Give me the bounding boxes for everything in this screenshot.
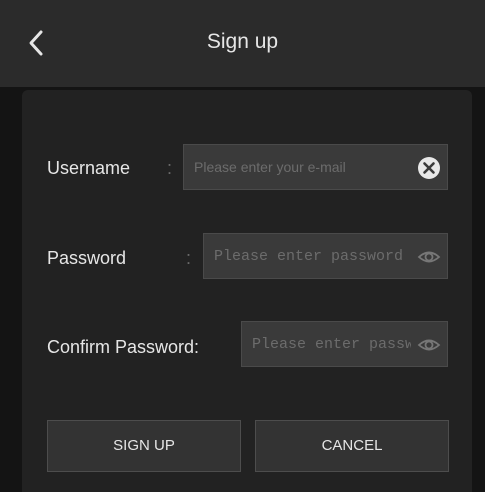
header-bar: Sign up xyxy=(0,0,485,87)
confirm-password-field-box xyxy=(241,321,448,367)
username-field-box xyxy=(183,144,448,190)
cancel-button[interactable]: CANCEL xyxy=(255,420,449,472)
password-field-box xyxy=(203,233,448,279)
username-label: Username xyxy=(47,158,131,178)
password-input[interactable] xyxy=(204,234,447,278)
username-colon: : xyxy=(167,158,173,178)
page-title: Sign up xyxy=(206,30,279,53)
sign-up-button[interactable]: SIGN UP xyxy=(47,420,241,472)
password-label: Password xyxy=(47,248,127,268)
clear-circle-icon[interactable] xyxy=(417,156,441,180)
sign-up-screen: Sign up Username : Password : Confirm Pa… xyxy=(0,0,485,492)
eye-icon[interactable] xyxy=(417,245,441,269)
username-input[interactable] xyxy=(184,145,447,189)
eye-icon[interactable] xyxy=(417,333,441,357)
password-colon: : xyxy=(186,248,192,268)
confirm-password-label: Confirm Password: xyxy=(47,337,200,357)
